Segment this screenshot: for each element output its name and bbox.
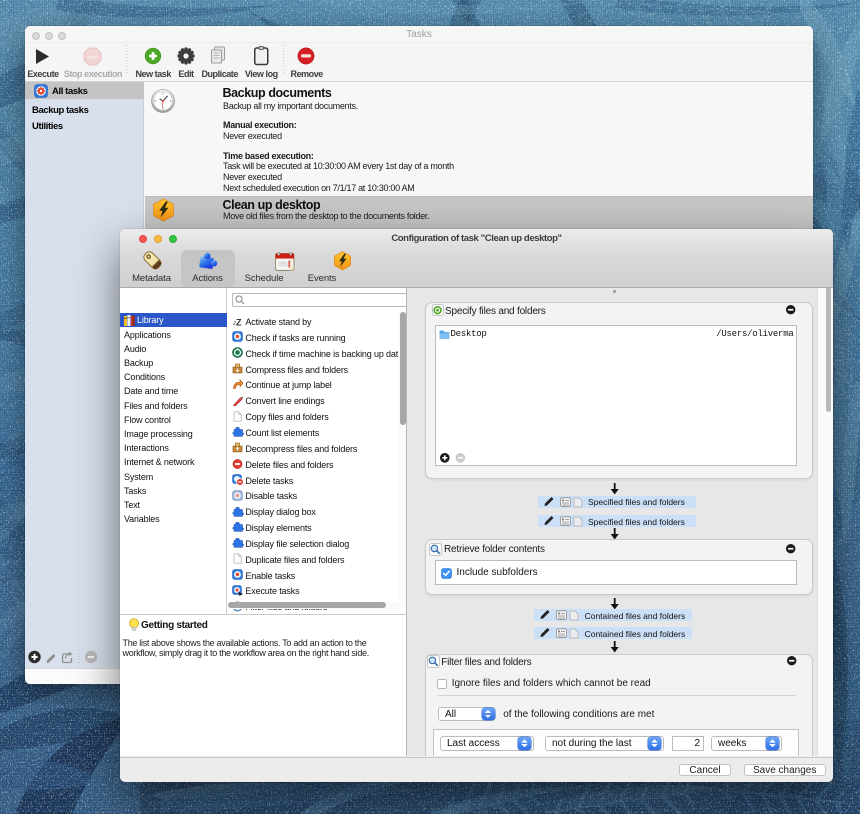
svg-text:STOP: STOP [87, 55, 98, 60]
svg-text:Z: Z [236, 317, 242, 327]
